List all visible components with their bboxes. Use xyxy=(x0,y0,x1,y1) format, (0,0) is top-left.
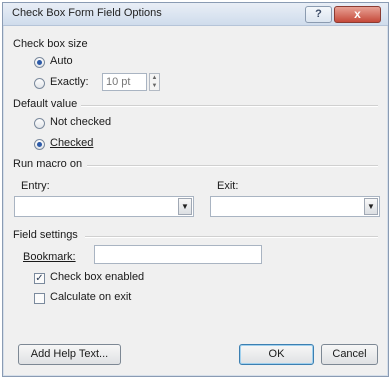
close-icon: x xyxy=(354,7,361,21)
chevron-down-icon[interactable]: ▼ xyxy=(364,198,378,215)
not-checked-label[interactable]: Not checked xyxy=(50,116,111,128)
check-box-enabled-checkbox[interactable]: ✓ xyxy=(34,273,45,284)
auto-label[interactable]: Auto xyxy=(50,55,73,67)
checked-radio[interactable] xyxy=(34,139,45,150)
spin-down-icon[interactable]: ▼ xyxy=(150,82,159,90)
auto-radio[interactable] xyxy=(34,57,45,68)
close-button[interactable]: x xyxy=(334,6,381,23)
field-settings-group-title: Field settings xyxy=(13,229,78,241)
add-help-text-button[interactable]: Add Help Text... xyxy=(18,344,121,365)
field-settings-divider xyxy=(85,236,378,238)
calculate-on-exit-checkbox[interactable] xyxy=(34,293,45,304)
ok-button[interactable]: OK xyxy=(239,344,314,365)
chevron-down-icon[interactable]: ▼ xyxy=(178,198,192,215)
exit-label: Exit: xyxy=(217,180,239,192)
run-macro-divider xyxy=(87,165,378,167)
calculate-on-exit-label[interactable]: Calculate on exit xyxy=(50,291,131,303)
size-spinner[interactable]: ▲ ▼ xyxy=(149,73,160,91)
not-checked-radio[interactable] xyxy=(34,118,45,129)
bookmark-input[interactable] xyxy=(94,245,262,264)
check-box-enabled-label[interactable]: Check box enabled xyxy=(50,271,144,283)
check-box-options-dialog: Check Box Form Field Options ? x Check b… xyxy=(2,2,389,377)
help-button[interactable]: ? xyxy=(305,6,332,23)
default-value-divider xyxy=(81,105,378,107)
checked-label[interactable]: Checked xyxy=(50,137,93,149)
entry-macro-select[interactable]: ▼ xyxy=(14,196,194,217)
check-box-size-group-title: Check box size xyxy=(13,38,88,50)
entry-label: Entry: xyxy=(21,180,50,192)
dialog-title: Check Box Form Field Options xyxy=(12,7,162,19)
exactly-size-input[interactable]: 10 pt xyxy=(102,73,147,91)
title-bar[interactable]: Check Box Form Field Options ? x xyxy=(3,3,388,26)
exactly-radio[interactable] xyxy=(34,78,45,89)
exit-macro-select[interactable]: ▼ xyxy=(210,196,380,217)
exactly-label[interactable]: Exactly: xyxy=(50,76,89,88)
checkmark-icon: ✓ xyxy=(35,273,44,284)
cancel-button[interactable]: Cancel xyxy=(321,344,378,365)
default-value-group-title: Default value xyxy=(13,98,78,110)
bookmark-label: Bookmark: xyxy=(23,251,76,263)
run-macro-group-title: Run macro on xyxy=(13,158,83,170)
spin-up-icon[interactable]: ▲ xyxy=(150,74,159,82)
